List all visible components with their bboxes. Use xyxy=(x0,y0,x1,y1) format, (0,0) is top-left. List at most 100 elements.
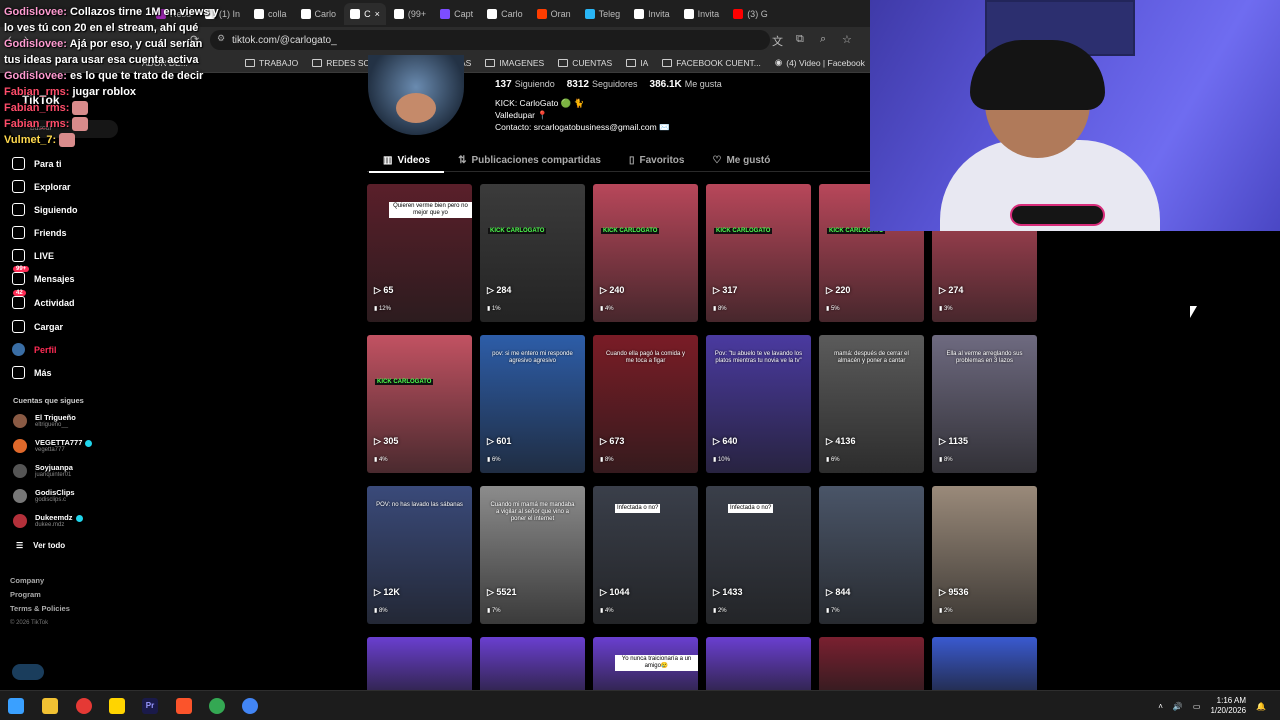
volume-icon[interactable]: 🔊 xyxy=(1173,702,1183,711)
video-card[interactable]: KICK CARLOGATO ▷ 240 ▮ 4% xyxy=(593,184,698,322)
video-card[interactable]: Pov: "tu abuelo te ve lavando los platos… xyxy=(706,335,811,473)
video-card[interactable]: pov: si me entero mi responde agresivo a… xyxy=(480,335,585,473)
browser-tab[interactable]: Invita xyxy=(678,3,726,25)
bookmark-item[interactable]: IMAGENES xyxy=(485,58,544,68)
sidebar-item-más[interactable]: Más xyxy=(12,366,52,379)
browser-tab[interactable]: colla xyxy=(248,3,293,25)
network-icon[interactable]: ▭ xyxy=(1193,702,1201,711)
avatar xyxy=(13,439,27,453)
followers-stat[interactable]: 8312 Seguidores xyxy=(567,79,638,90)
tab-videos[interactable]: ▥ Videos xyxy=(368,148,445,173)
app-red-icon[interactable] xyxy=(76,698,92,714)
footer-program[interactable]: Program xyxy=(10,588,70,602)
sidebar-item-friends[interactable]: Friends xyxy=(12,226,67,239)
footer-terms[interactable]: Terms & Policies xyxy=(10,602,70,616)
tab-liked[interactable]: ♡ Me gustó xyxy=(712,148,770,172)
folder-icon xyxy=(626,58,637,67)
sidebar-item-perfil[interactable]: Perfil xyxy=(12,343,57,356)
video-card[interactable]: Infectada o no? ▷ 1044 ▮ 4% xyxy=(593,486,698,624)
upload-icon xyxy=(12,320,25,333)
bookmark-item[interactable]: FACEBOOK CUENT... xyxy=(662,58,761,68)
sidebar-item-para-ti[interactable]: Para ti xyxy=(12,157,62,170)
video-card[interactable]: Infectada o no? ▷ 1433 ▮ 2% xyxy=(706,486,811,624)
premiere-pro-icon[interactable]: Pr xyxy=(142,698,158,714)
bookmark-item[interactable]: ◉ (4) Video | Facebook xyxy=(775,57,865,68)
browser-tab[interactable]: Teleg xyxy=(579,3,627,25)
browser-tab[interactable]: Carlo xyxy=(295,3,343,25)
list-icon: ☰ xyxy=(16,541,24,550)
chat-username: Godislovee: xyxy=(4,6,67,18)
get-app-toggle[interactable] xyxy=(12,664,44,680)
sidebar-item-actividad[interactable]: Actividad xyxy=(12,296,75,309)
video-card[interactable]: KICK CARLOGATO ▷ 317 ▮ 8% xyxy=(706,184,811,322)
following-stat[interactable]: 137 Siguiendo xyxy=(495,79,555,90)
bookmark-label: CUENTAS xyxy=(572,57,613,68)
taskbar-clock[interactable]: 1:16 AM 1/20/2026 xyxy=(1210,696,1246,716)
browser-tab[interactable]: Invita xyxy=(628,3,676,25)
video-card[interactable]: Ella al verme arreglando sus problemas e… xyxy=(932,335,1037,473)
chrome-profile-icon[interactable] xyxy=(242,698,258,714)
zoom-icon[interactable]: ⌕ xyxy=(820,33,826,46)
brave-browser-icon[interactable] xyxy=(176,698,192,714)
video-card[interactable]: Yo nunca traicionaría a un amigo😢 xyxy=(593,637,698,693)
sticky-notes-icon[interactable] xyxy=(109,698,125,714)
browser-tab[interactable]: (99+ xyxy=(388,3,432,25)
video-card[interactable] xyxy=(819,637,924,693)
browser-tab[interactable]: Capt xyxy=(434,3,479,25)
video-card[interactable] xyxy=(367,637,472,693)
sidebar-item-explorar[interactable]: Explorar xyxy=(12,180,71,193)
video-thumbnail xyxy=(480,637,585,693)
sidebar-item-cargar[interactable]: Cargar xyxy=(12,320,63,333)
browser-tab[interactable]: (3) G xyxy=(727,3,774,25)
video-card[interactable]: POV: no has lavado las sábanas ▷ 12K ▮ 8% xyxy=(367,486,472,624)
profile-avatar xyxy=(368,55,464,135)
sidebar-item-label: Para ti xyxy=(34,158,62,169)
followed-account[interactable]: Soyjuanpa juanquinter01 xyxy=(13,463,73,479)
chrome-icon[interactable] xyxy=(209,698,225,714)
bookmark-item[interactable]: TRABAJO xyxy=(245,58,298,68)
account-name: GodisClips xyxy=(35,488,75,497)
notification-bell-icon[interactable]: 🔔 xyxy=(1256,702,1266,711)
video-card[interactable] xyxy=(932,637,1037,693)
translate-icon[interactable]: 文 xyxy=(772,33,783,49)
video-card[interactable]: Cuando mi mamá me mandaba a vigilar al s… xyxy=(480,486,585,624)
browser-tab[interactable]: Carlo xyxy=(481,3,529,25)
video-card[interactable]: ▷ 9536 ▮ 2% xyxy=(932,486,1037,624)
kick-watermark: KICK CARLOGATO xyxy=(375,379,434,385)
sidebar-item-mensajes[interactable]: Mensajes xyxy=(12,272,75,285)
video-card[interactable]: Cuando ella pagó la comida y me toca a f… xyxy=(593,335,698,473)
bookmark-item[interactable]: CUENTAS xyxy=(558,58,612,68)
followed-account[interactable]: El Trigueño eltrigueno__ xyxy=(13,413,76,429)
address-bar[interactable]: ⚙ tiktok.com/@carlogato_ xyxy=(210,30,770,50)
bookmark-item[interactable]: IA xyxy=(626,58,648,68)
video-card[interactable] xyxy=(480,637,585,693)
footer-company[interactable]: Company xyxy=(10,574,70,588)
engagement-percent: ▮ 8% xyxy=(374,608,388,614)
followed-account[interactable]: Dukeemdz dukee.mdz xyxy=(13,513,83,529)
browser-tab[interactable]: Oran xyxy=(531,3,577,25)
followed-account[interactable]: VEGETTA777 vegetta777 xyxy=(13,438,93,454)
copyright: © 2026 TikTok xyxy=(10,620,49,626)
video-card[interactable]: Quieren verme bien pero no mejor que yo ▷… xyxy=(367,184,472,322)
file-explorer-icon[interactable] xyxy=(42,698,58,714)
video-card[interactable]: ▷ 844 ▮ 7% xyxy=(819,486,924,624)
video-card[interactable]: KICK CARLOGATO ▷ 305 ▮ 4% xyxy=(367,335,472,473)
compass-icon xyxy=(12,180,25,193)
video-card[interactable] xyxy=(706,637,811,693)
video-card[interactable]: mamá: después de cerrar el almacén y pon… xyxy=(819,335,924,473)
see-all-link[interactable]: ☰ Ver todo xyxy=(16,541,65,550)
close-tab-icon[interactable]: × xyxy=(375,9,380,19)
windows-start-icon[interactable] xyxy=(8,698,24,714)
browser-tab[interactable]: C × xyxy=(344,2,386,25)
tab-shared-posts[interactable]: ⇅ Publicaciones compartidas xyxy=(458,148,601,172)
sidebar-item-live[interactable]: LIVE xyxy=(12,249,54,262)
sidebar-item-siguiendo[interactable]: Siguiendo xyxy=(12,203,78,216)
tab-favorites[interactable]: ▯ Favoritos xyxy=(629,148,685,172)
bookmark-star-icon[interactable]: ☆ xyxy=(842,33,852,46)
chevron-up-icon[interactable]: ˄ xyxy=(1158,702,1163,711)
video-card[interactable]: KICK CARLOGATO ▷ 284 ▮ 1% xyxy=(480,184,585,322)
tab-favicon-icon xyxy=(350,8,361,19)
install-icon[interactable]: ⧉ xyxy=(796,33,804,46)
video-caption: POV: no has lavado las sábanas xyxy=(376,502,463,508)
followed-account[interactable]: GodisClips godisclips.c xyxy=(13,488,75,504)
